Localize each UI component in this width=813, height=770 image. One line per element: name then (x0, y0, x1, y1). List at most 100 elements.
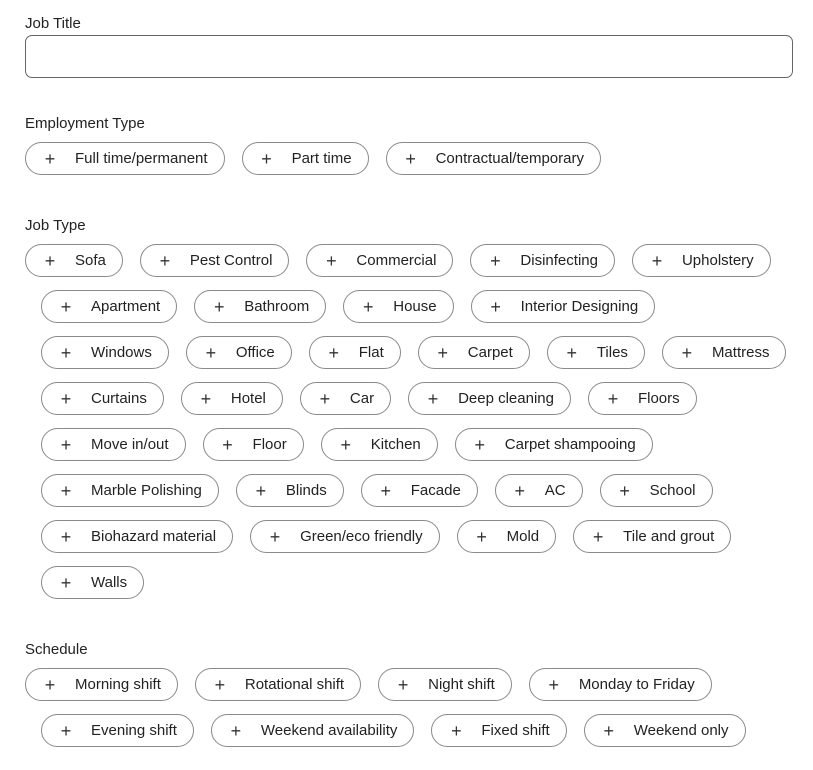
chip-label: Evening shift (91, 722, 177, 739)
chip-blinds[interactable]: + Blinds (235, 474, 344, 507)
chip-label: Facade (410, 482, 461, 499)
plus-icon: + (319, 388, 331, 409)
job-title-label: Job Title (25, 15, 81, 32)
chip-label: Walls (91, 574, 128, 591)
plus-icon: + (340, 434, 351, 455)
chip-carpet-shampooing[interactable]: + Carpet shampooing (454, 428, 653, 461)
chip-label: Mold (506, 528, 540, 545)
chip-full-time-permanent[interactable]: + Full time/permanent (25, 142, 225, 175)
plus-icon: + (476, 526, 487, 547)
chip-green-eco-friendly[interactable]: + Green/eco friendly (250, 520, 440, 553)
chip-monday-to-friday[interactable]: + Monday to Friday (528, 668, 712, 701)
chip-floor[interactable]: + Floor (202, 428, 304, 461)
plus-icon: + (44, 674, 56, 695)
chip-interior-designing[interactable]: + Interior Designing (470, 290, 656, 323)
chip-label: Carpet shampooing (504, 436, 636, 453)
employment-type-row: + Full time/permanent + Part time + Contractu… (25, 142, 601, 175)
plus-icon: + (255, 480, 267, 501)
plus-icon: + (405, 148, 416, 169)
plus-icon: + (474, 434, 486, 455)
chip-curtains[interactable]: + Curtains (41, 382, 164, 415)
job-type-row: + Marble Polishing + Blinds + Facade + AC + Schoo… (41, 474, 713, 507)
chip-contractual-temporary[interactable]: + Contractual/temporary (385, 142, 601, 175)
chip-label: Part time (291, 150, 352, 167)
chip-apartment[interactable]: + Apartment (41, 290, 178, 323)
chip-part-time[interactable]: + Part time (241, 142, 369, 175)
plus-icon: + (60, 572, 72, 593)
chip-school[interactable]: + School (599, 474, 713, 507)
chip-office[interactable]: + Office (185, 336, 292, 369)
chip-weekend-availability[interactable]: + Weekend availability (210, 714, 415, 747)
chip-tiles[interactable]: + Tiles (546, 336, 645, 369)
plus-icon: + (60, 388, 72, 409)
chip-evening-shift[interactable]: + Evening shift (41, 714, 194, 747)
chip-move-in-out[interactable]: + Move in/out (41, 428, 186, 461)
plus-icon: + (60, 342, 72, 363)
chip-label: Carpet (467, 344, 513, 361)
chip-floors[interactable]: + Floors (587, 382, 697, 415)
chip-label: Biohazard material (91, 528, 217, 545)
plus-icon: + (514, 480, 526, 501)
chip-pest-control[interactable]: + Pest Control (139, 244, 290, 277)
chip-label: Green/eco friendly (300, 528, 423, 545)
chip-label: Hotel (230, 390, 266, 407)
job-type-row: + Sofa + Pest Control + Commercial + Disinfecti… (25, 244, 771, 277)
chip-car[interactable]: + Car (299, 382, 392, 415)
chip-sofa[interactable]: + Sofa (25, 244, 123, 277)
chip-ac[interactable]: + AC (494, 474, 583, 507)
chip-label: Weekend only (633, 722, 729, 739)
chip-disinfecting[interactable]: + Disinfecting (470, 244, 615, 277)
chip-label: Night shift (428, 676, 495, 693)
plus-icon: + (222, 434, 233, 455)
chip-flat[interactable]: + Flat (308, 336, 401, 369)
schedule-row: + Morning shift + Rotational shift + Night sh… (25, 668, 712, 701)
plus-icon: + (328, 342, 340, 363)
chip-label: Deep cleaning (458, 390, 554, 407)
job-type-row: + Curtains + Hotel + Car + Deep cleaning + Floors (41, 382, 697, 415)
plus-icon: + (214, 674, 226, 695)
plus-icon: + (490, 250, 501, 271)
plus-icon: + (427, 388, 439, 409)
chip-mattress[interactable]: + Mattress (661, 336, 787, 369)
chip-morning-shift[interactable]: + Morning shift (25, 668, 178, 701)
plus-icon: + (397, 674, 409, 695)
chip-night-shift[interactable]: + Night shift (378, 668, 512, 701)
plus-icon: + (60, 526, 72, 547)
chip-label: Curtains (91, 390, 147, 407)
job-title-input[interactable] (25, 35, 793, 78)
chip-facade[interactable]: + Facade (360, 474, 478, 507)
chip-windows[interactable]: + Windows (41, 336, 169, 369)
chip-fixed-shift[interactable]: + Fixed shift (431, 714, 567, 747)
plus-icon: + (437, 342, 449, 363)
chip-rotational-shift[interactable]: + Rotational shift (194, 668, 362, 701)
chip-upholstery[interactable]: + Upholstery (631, 244, 771, 277)
plus-icon: + (490, 296, 501, 317)
chip-tile-and-grout[interactable]: + Tile and grout (573, 520, 732, 553)
chip-biohazard-material[interactable]: + Biohazard material (41, 520, 234, 553)
job-type-row: + Biohazard material + Green/eco friendly + M… (41, 520, 732, 553)
chip-label: Commercial (356, 252, 437, 269)
plus-icon: + (362, 296, 374, 317)
chip-marble-polishing[interactable]: + Marble Polishing (41, 474, 219, 507)
chip-commercial[interactable]: + Commercial (306, 244, 454, 277)
chip-label: Floors (637, 390, 680, 407)
chip-carpet[interactable]: + Carpet (417, 336, 530, 369)
chip-hotel[interactable]: + Hotel (180, 382, 283, 415)
chip-label: Bathroom (244, 298, 310, 315)
job-type-row: + Apartment + Bathroom + House + Interior Desig… (41, 290, 656, 323)
schedule-label: Schedule (25, 641, 88, 658)
chip-label: Blinds (285, 482, 327, 499)
plus-icon: + (44, 148, 56, 169)
chip-kitchen[interactable]: + Kitchen (320, 428, 438, 461)
employment-type-label: Employment Type (25, 115, 145, 132)
chip-walls[interactable]: + Walls (41, 566, 145, 599)
chip-deep-cleaning[interactable]: + Deep cleaning (408, 382, 571, 415)
chip-house[interactable]: + House (343, 290, 454, 323)
chip-mold[interactable]: + Mold (456, 520, 557, 553)
chip-label: Flat (358, 344, 384, 361)
chip-bathroom[interactable]: + Bathroom (194, 290, 327, 323)
chip-label: Monday to Friday (578, 676, 695, 693)
chip-label: Office (235, 344, 275, 361)
chip-label: Fixed shift (481, 722, 550, 739)
chip-weekend-only[interactable]: + Weekend only (583, 714, 746, 747)
